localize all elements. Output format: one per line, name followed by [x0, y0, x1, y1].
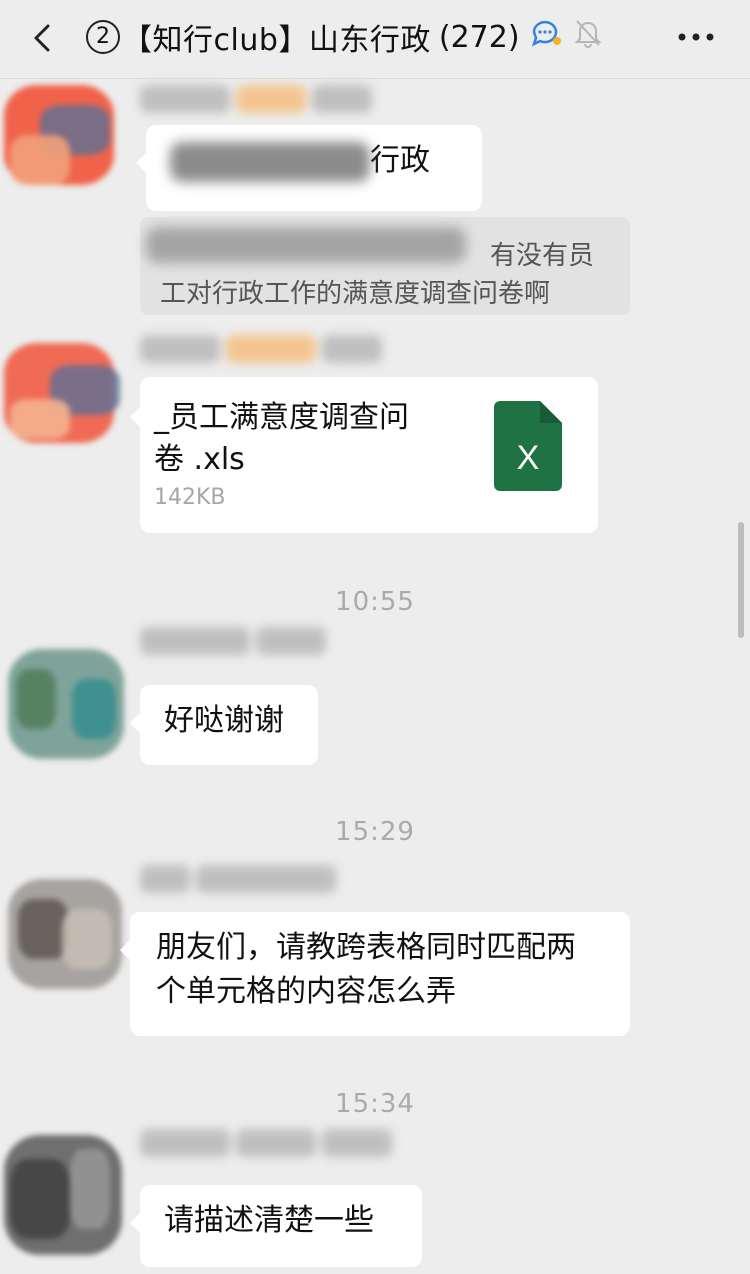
file-name: _员工满意度调查问 卷 .xls	[154, 400, 409, 477]
message-text: 朋友们，请教跨表格同时匹配两个单元格的内容怎么弄	[156, 930, 576, 1009]
redacted-text	[170, 141, 370, 182]
mute-bell-icon	[574, 18, 602, 56]
file-message-card[interactable]: _员工满意度调查问 卷 .xls 142KB X	[130, 377, 598, 533]
sender-name-redacted	[140, 865, 342, 905]
avatar[interactable]	[0, 329, 128, 457]
message-text: 请描述清楚一些	[164, 1203, 374, 1238]
message-bubble[interactable]: 请描述清楚一些	[130, 1185, 422, 1267]
avatar[interactable]	[0, 1129, 128, 1257]
member-count: (272)	[438, 19, 520, 55]
excel-file-icon: X	[494, 401, 562, 491]
chat-message-list[interactable]: 行政 有没有员工对行政工作的满意度调查问卷啊 _员工满意度调查问 卷 .xls …	[0, 79, 750, 1274]
scrollbar[interactable]	[738, 522, 744, 638]
header-title-group[interactable]: 2 【知行club】山东行政 (272)	[86, 14, 602, 60]
chat-title: 【知行club】山东行政	[122, 23, 431, 58]
svg-text:X: X	[517, 439, 540, 477]
message-text: 行政	[370, 143, 430, 178]
file-size: 142KB	[154, 485, 226, 510]
message-timestamp: 15:29	[335, 817, 415, 847]
message-text: 好哒谢谢	[164, 703, 284, 738]
chat-header: 2 【知行club】山东行政 (272)	[0, 0, 750, 79]
avatar[interactable]	[2, 869, 130, 997]
back-icon[interactable]	[28, 18, 58, 58]
avatar[interactable]	[2, 639, 130, 767]
message-timestamp: 10:55	[335, 587, 415, 617]
avatar[interactable]	[0, 75, 128, 203]
message-timestamp: 15:34	[335, 1089, 415, 1119]
sender-name-redacted	[140, 85, 378, 125]
message-bubble[interactable]: 好哒谢谢	[130, 685, 318, 765]
group-assistant-icon[interactable]	[530, 18, 564, 56]
message-bubble[interactable]: 朋友们，请教跨表格同时匹配两个单元格的内容怎么弄	[120, 912, 630, 1036]
sender-name-redacted	[140, 627, 332, 667]
quoted-message[interactable]: 有没有员工对行政工作的满意度调查问卷啊	[140, 217, 630, 315]
message-bubble[interactable]: 行政	[136, 125, 482, 211]
sender-name-redacted	[140, 1129, 398, 1169]
more-options-icon[interactable]	[676, 22, 716, 52]
sender-name-redacted	[140, 335, 388, 375]
unread-count-badge: 2	[86, 20, 120, 54]
quote-text: 有没有员工对行政工作的满意度调查问卷啊	[160, 241, 595, 309]
